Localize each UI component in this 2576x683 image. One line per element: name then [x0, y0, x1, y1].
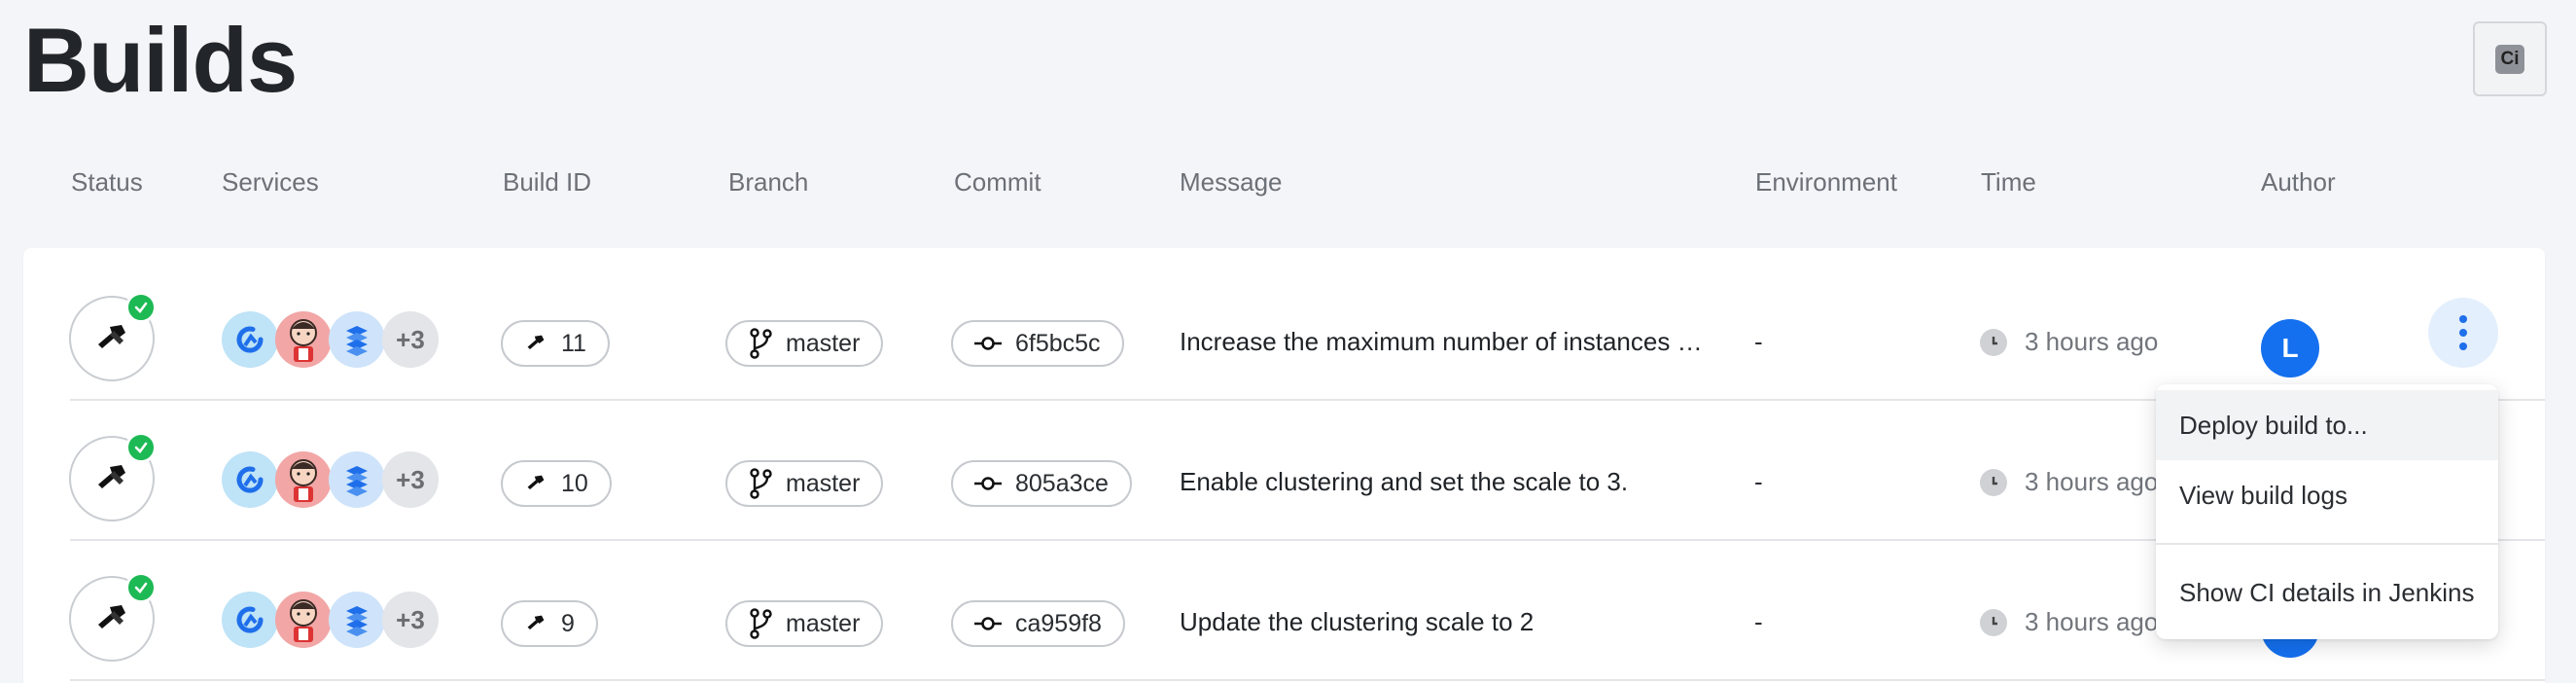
git-branch-icon	[750, 328, 772, 359]
more-services-badge[interactable]: +3	[382, 451, 439, 508]
git-commit-icon	[974, 617, 1002, 630]
build-time: 3 hours ago	[1980, 327, 2158, 357]
git-branch-icon	[750, 608, 772, 639]
column-header-environment[interactable]: Environment	[1755, 167, 1897, 198]
column-header-commit[interactable]: Commit	[954, 167, 1041, 198]
sync-service-icon	[222, 311, 278, 368]
build-message: Update the clustering scale to 2	[1180, 607, 1535, 636]
column-header-build-id[interactable]: Build ID	[503, 167, 591, 198]
commit-hash: ca959f8	[1015, 609, 1102, 637]
build-id-pill[interactable]: 11	[501, 320, 610, 367]
git-branch-icon	[750, 468, 772, 499]
commit-pill[interactable]: ca959f8	[951, 600, 1125, 647]
jenkins-icon	[275, 451, 332, 508]
build-message: Enable clustering and set the scale to 3…	[1180, 467, 1629, 496]
hammer-icon	[98, 325, 125, 348]
hammer-icon	[527, 615, 545, 629]
git-commit-icon	[974, 337, 1002, 350]
column-header-time[interactable]: Time	[1981, 167, 2036, 198]
hammer-icon	[98, 465, 125, 488]
page-title: Builds	[23, 9, 298, 111]
author-avatar[interactable]: L	[2261, 319, 2319, 377]
time-text: 3 hours ago	[2025, 327, 2159, 356]
build-time: 3 hours ago	[1980, 467, 2158, 497]
jenkins-icon	[275, 311, 332, 368]
environment-value: -	[1754, 327, 1763, 356]
build-time: 3 hours ago	[1980, 607, 2158, 637]
sync-service-icon	[222, 592, 278, 648]
column-header-status[interactable]: Status	[71, 167, 143, 198]
build-actions-menu: Deploy build to... View build logs Show …	[2156, 384, 2498, 639]
stack-icon	[329, 451, 385, 508]
ci-settings-button[interactable]: Ci	[2473, 21, 2547, 96]
commit-pill[interactable]: 6f5bc5c	[951, 320, 1124, 367]
menu-item-view-logs[interactable]: View build logs	[2156, 460, 2498, 530]
column-header-author[interactable]: Author	[2261, 167, 2336, 198]
build-id-pill[interactable]: 10	[501, 460, 612, 507]
branch-pill[interactable]: master	[725, 460, 884, 507]
commit-pill[interactable]: 805a3ce	[951, 460, 1132, 507]
menu-divider	[2156, 543, 2498, 545]
column-header-branch[interactable]: Branch	[728, 167, 808, 198]
sync-service-icon	[222, 451, 278, 508]
environment-value: -	[1754, 467, 1763, 496]
hammer-icon	[527, 475, 545, 489]
hammer-icon	[527, 335, 545, 349]
stack-icon	[329, 311, 385, 368]
more-services-badge[interactable]: +3	[382, 592, 439, 648]
jenkins-icon	[275, 592, 332, 648]
build-id: 11	[561, 329, 586, 357]
ci-logo-icon: Ci	[2495, 44, 2524, 74]
success-check-icon	[125, 292, 157, 323]
success-check-icon	[125, 572, 157, 603]
commit-hash: 6f5bc5c	[1015, 329, 1101, 357]
branch-pill[interactable]: master	[725, 320, 884, 367]
more-services-badge[interactable]: +3	[382, 311, 439, 368]
clock-icon	[1980, 608, 2007, 636]
branch-name: master	[786, 609, 861, 637]
build-id-pill[interactable]: 9	[501, 600, 598, 647]
build-message: Increase the maximum number of instances…	[1180, 327, 1705, 356]
menu-item-deploy[interactable]: Deploy build to...	[2156, 390, 2498, 460]
build-id: 10	[561, 469, 588, 497]
branch-pill[interactable]: master	[725, 600, 884, 647]
commit-hash: 805a3ce	[1015, 469, 1109, 497]
branch-name: master	[786, 469, 861, 497]
branch-name: master	[786, 329, 861, 357]
column-header-message[interactable]: Message	[1180, 167, 1283, 198]
column-header-services[interactable]: Services	[222, 167, 319, 198]
hammer-icon	[98, 605, 125, 629]
stack-icon	[329, 592, 385, 648]
git-commit-icon	[974, 477, 1002, 490]
build-id: 9	[561, 609, 575, 637]
builds-page: Builds Ci Status Services Build ID Branc…	[0, 0, 2576, 683]
time-text: 3 hours ago	[2025, 467, 2159, 496]
success-check-icon	[125, 432, 157, 463]
environment-value: -	[1754, 607, 1763, 636]
menu-item-ci-details[interactable]: Show CI details in Jenkins	[2156, 557, 2498, 628]
time-text: 3 hours ago	[2025, 607, 2159, 636]
clock-icon	[1980, 468, 2007, 496]
clock-icon	[1980, 328, 2007, 356]
row-actions-kebab-icon[interactable]	[2428, 298, 2498, 368]
